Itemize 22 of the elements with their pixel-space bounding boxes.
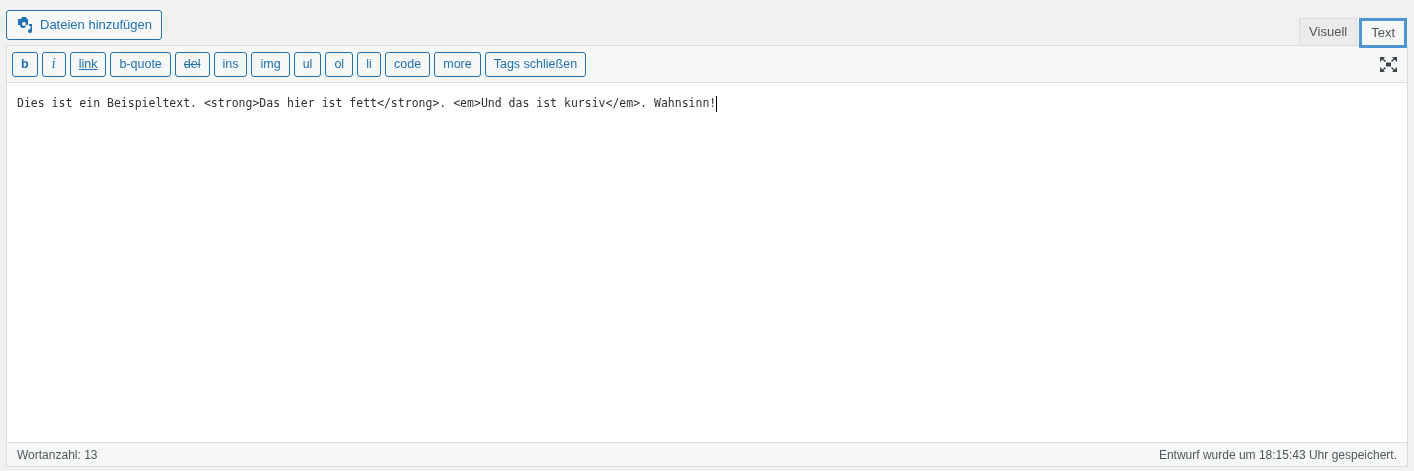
quicktag-button[interactable]: i: [41, 51, 66, 77]
save-status: Entwurf wurde um 18:15:43 Uhr gespeichert.: [1158, 446, 1397, 464]
quicktag-button[interactable]: img: [251, 51, 290, 77]
quicktag-button[interactable]: link: [69, 51, 107, 77]
quicktag-button[interactable]: b: [12, 51, 38, 77]
quicktag-button[interactable]: del: [174, 51, 210, 77]
quicktag-button[interactable]: Tags schließen: [484, 51, 587, 77]
quicktag-button[interactable]: li: [357, 51, 382, 77]
word-count: Wortanzahl: 13: [17, 446, 98, 464]
quicktag-button[interactable]: code: [385, 51, 431, 77]
quicktag-button[interactable]: ol: [325, 51, 354, 77]
fullscreen-icon[interactable]: [1380, 56, 1397, 72]
quicktag-button[interactable]: ins: [213, 51, 248, 77]
quicktag-button[interactable]: ul: [293, 51, 322, 77]
quicktag-button[interactable]: more: [434, 51, 481, 77]
quicktag-button[interactable]: b-quote: [110, 51, 171, 77]
editor-text: Dies ist ein Beispieltext. <strong>Das hier ist fett</strong>. <em>Und das ist kursiv</em>. Wahnsinn!: [17, 95, 717, 112]
add-media-button[interactable]: Dateien hinzufügen: [6, 10, 163, 40]
editor-tab[interactable]: Visuell: [1299, 18, 1358, 45]
text-cursor: [716, 95, 718, 112]
media-icon: [16, 16, 34, 34]
editor-tab[interactable]: Text: [1359, 18, 1407, 48]
